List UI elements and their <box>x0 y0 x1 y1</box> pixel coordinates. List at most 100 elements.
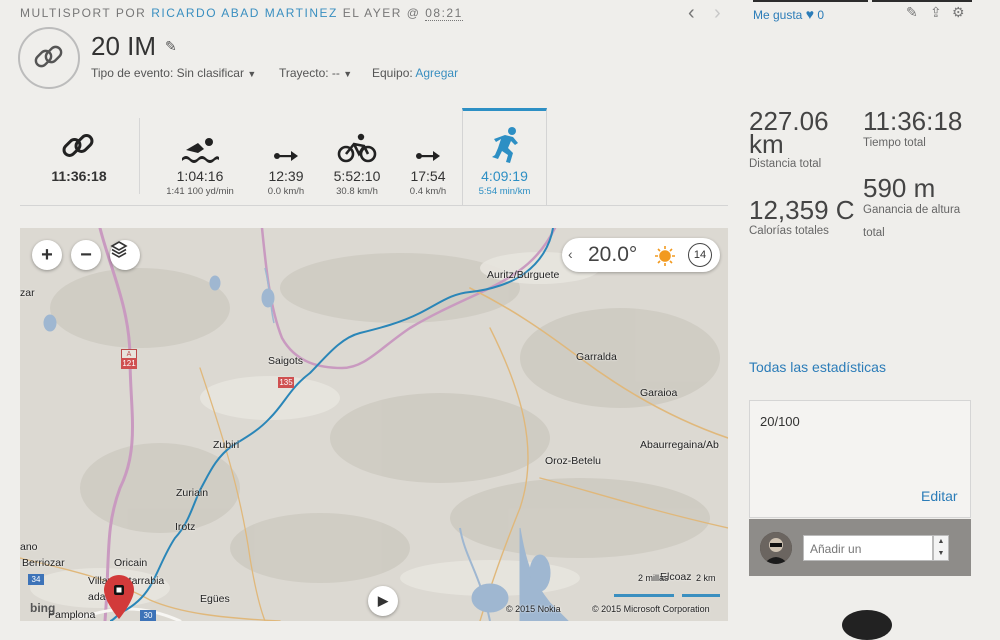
town-label: Irotz <box>175 521 196 533</box>
town-label: Auritz/Burguete <box>487 269 560 281</box>
notes-text: 20/100 <box>760 414 800 429</box>
event-type-value: Sin clasificar <box>176 66 244 80</box>
edit-notes-link[interactable]: Editar <box>921 488 958 504</box>
calories-value: 12,359 C <box>749 195 855 225</box>
layers-icon <box>110 241 128 258</box>
play-route-button[interactable]: ▶ <box>368 586 398 616</box>
leg-time: 17:54 <box>410 168 446 184</box>
activity-title[interactable]: 20 IM <box>91 31 156 62</box>
leg-total[interactable]: 11:36:18 <box>44 128 114 184</box>
copyright-nokia: © 2015 Nokia <box>506 604 561 614</box>
legs-divider <box>20 205 728 206</box>
avatar <box>760 532 792 564</box>
scale-bar-km <box>682 594 720 597</box>
scale-miles: 2 millas <box>638 573 669 583</box>
time-value: 11:36:18 <box>863 106 963 136</box>
road-badge-label: 135 <box>279 378 293 387</box>
route-map[interactable]: A 121 135 34 30 Auritz/Burguete Saigots … <box>20 228 728 621</box>
author-link[interactable]: RICARDO ABAD MARTINEZ <box>151 6 338 20</box>
leg-time: 4:09:19 <box>481 168 528 184</box>
road-badge-label: A <box>126 351 132 358</box>
zoom-out-button[interactable]: − <box>71 240 101 270</box>
distance-unit: km <box>749 129 784 159</box>
scale-km: 2 km <box>696 573 716 583</box>
road-badge: 121 <box>121 358 137 369</box>
leg-time: 5:52:10 <box>333 168 381 184</box>
all-stats-link[interactable]: Todas las estadísticas <box>749 359 886 375</box>
scale-bar-miles <box>614 594 674 597</box>
activity-time: 08:21 <box>425 6 463 21</box>
road-badge-label: 30 <box>143 611 153 620</box>
distance-label: Distancia total <box>749 158 822 170</box>
leg-transition-2[interactable]: 17:54 0.4 km/h <box>398 128 458 197</box>
like-label: Me gusta <box>753 8 803 22</box>
leg-time: 12:39 <box>268 168 304 184</box>
time-label: Tiempo total <box>863 137 926 149</box>
town-label: Zuriain <box>176 487 209 499</box>
multisport-icon <box>44 128 114 164</box>
elevation-label: Ganancia de altura <box>863 204 961 216</box>
leg-speed: 0.4 km/h <box>409 186 447 197</box>
leg-bike[interactable]: 5:52:10 30.8 km/h <box>327 128 387 197</box>
zoom-in-button[interactable]: + <box>32 240 62 270</box>
leg-transition-1[interactable]: 12:39 0.0 km/h <box>256 128 316 197</box>
town-label: ano <box>20 541 38 553</box>
leg-speed: 30.8 km/h <box>336 186 378 197</box>
route-label: Trayecto: <box>279 66 329 80</box>
route-selector[interactable]: Trayecto: -- ▼ <box>279 66 352 80</box>
bike-icon <box>327 128 387 164</box>
edit-pencil-icon[interactable]: ✎ <box>906 4 918 21</box>
calories-label: Calorías totales <box>749 225 829 237</box>
town-label: ada <box>88 591 106 603</box>
town-label: Abaurregaina/Ab <box>640 439 719 451</box>
activity-breadcrumb: MULTISPORT POR RICARDO ABAD MARTINEZ EL … <box>20 6 463 21</box>
road-badge: 135 <box>278 377 294 388</box>
run-icon <box>466 127 543 164</box>
share-icon[interactable]: ⇪ <box>930 4 942 21</box>
transition-icon <box>256 128 316 164</box>
multisport-icon <box>34 45 63 68</box>
wind-indicator: 14 <box>688 243 712 267</box>
leg-pace: 1:41 100 yd/min <box>166 186 234 197</box>
chevron-down-icon: ▼ <box>247 69 257 79</box>
leg-time: 1:04:16 <box>176 168 224 184</box>
settings-gear-icon[interactable]: ⚙ <box>952 4 965 21</box>
legs-separator <box>139 118 140 194</box>
comment-spinner[interactable]: ▲ ▼ <box>933 535 949 561</box>
comment-input[interactable]: Añadir un <box>803 535 933 561</box>
gear-label: Equipo: <box>372 66 413 80</box>
edit-title-icon[interactable]: ✎ <box>165 38 177 55</box>
top-divider <box>753 0 868 2</box>
like-count: 0 <box>817 8 825 22</box>
leg-run[interactable]: 4:09:19 5:54 min/km <box>466 127 543 197</box>
add-gear-link[interactable]: Agregar <box>415 66 458 80</box>
like-button[interactable]: Me gusta ♥ 0 <box>753 6 824 22</box>
leg-pace: 5:54 min/km <box>478 186 531 197</box>
town-label: Berriozar <box>22 557 65 569</box>
next-activity-button[interactable]: › <box>714 2 721 25</box>
town-label: Egües <box>200 593 230 605</box>
bing-logo: bing <box>30 601 56 615</box>
previous-activity-button[interactable]: ‹ <box>688 2 695 25</box>
gear-field: Equipo: Agregar <box>372 66 458 80</box>
event-type-selector[interactable]: Tipo de evento: Sin clasificar ▼ <box>91 66 256 80</box>
leg-speed: 0.0 km/h <box>267 186 305 197</box>
road-badge: 34 <box>28 574 44 585</box>
town-label: Oricain <box>114 557 148 569</box>
town-label: Oroz-Betelu <box>545 455 602 467</box>
town-label: Zubiri <box>213 439 240 451</box>
event-type-label: Tipo de evento: <box>91 66 174 80</box>
road-badge-label: 121 <box>122 359 136 368</box>
elevation-value: 590 m <box>863 173 936 203</box>
map-layers-button[interactable] <box>110 240 140 270</box>
temperature-value: 20.0° <box>588 243 638 266</box>
leg-swim[interactable]: 1:04:16 1:41 100 yd/min <box>158 128 242 197</box>
road-badge: 30 <box>140 610 156 621</box>
chevron-left-icon[interactable]: ‹ <box>568 246 573 262</box>
town-label: zar <box>20 287 35 299</box>
chevron-down-icon: ▼ <box>343 69 353 79</box>
leg-time: 11:36:18 <box>51 168 107 184</box>
heart-icon: ♥ <box>805 6 815 22</box>
weather-widget: ‹ 20.0° 14 <box>562 238 720 272</box>
road-badge-label: 34 <box>31 575 41 584</box>
